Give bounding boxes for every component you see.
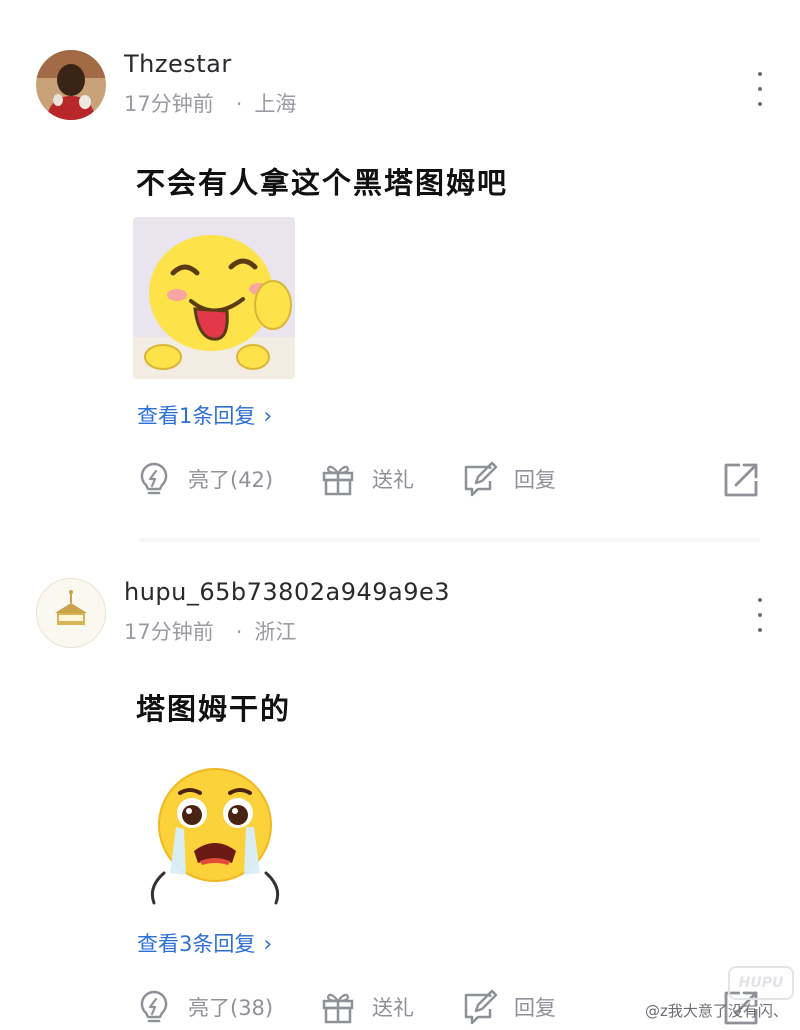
laughing-tongue-sticker[interactable] [133,217,295,379]
gift-button[interactable]: 送礼 [318,984,414,1030]
lightbulb-icon [140,462,168,495]
light-button[interactable]: 亮了(42) [134,456,273,502]
edit-icon [464,461,498,497]
reply-button[interactable]: 回复 [460,456,556,502]
hupu-watermark-logo: HUPU [728,966,794,1000]
username[interactable]: Thzestar [124,50,232,78]
view-replies-link[interactable]: 查看1条回复 › [137,400,272,430]
gift-button[interactable]: 送礼 [318,456,414,502]
gift-icon [322,465,354,496]
watermark-text: @z我大意了没有闪、 [645,1002,788,1020]
avatar[interactable] [36,578,106,648]
meta-separator: · [235,620,243,644]
timestamp: 17分钟前 [124,92,214,116]
action-bar: 亮了(42) 送礼 回复 [0,456,800,502]
location: 上海 [254,92,297,116]
reply-label: 回复 [514,996,556,1020]
location: 浙江 [254,620,297,644]
post-meta: 17分钟前 · 上海 [124,88,296,118]
chevron-right-icon: › [263,404,273,429]
share-button[interactable] [720,456,760,502]
more-options-icon[interactable] [752,598,768,632]
gift-icon [322,993,354,1024]
gift-label: 送礼 [372,468,414,492]
username[interactable]: hupu_65b73802a949a9e3 [124,578,450,606]
post-meta: 17分钟前 · 浙江 [124,616,296,646]
comment-card: hupu_65b73802a949a9e3 17分钟前 · 浙江 塔图姆干的 查看3… [0,548,800,1027]
chevron-right-icon: › [263,932,273,957]
comment-text: 塔图姆干的 [136,692,292,726]
comment-text: 不会有人拿这个黑塔图姆吧 [136,166,509,200]
timestamp: 17分钟前 [124,620,214,644]
view-replies-label: 查看1条回复 [137,404,256,428]
more-options-icon[interactable] [752,72,768,106]
share-icon [724,463,758,497]
lightbulb-icon [140,990,168,1023]
crying-face-sticker[interactable] [140,763,290,913]
view-replies-link[interactable]: 查看3条回复 › [137,928,272,958]
gift-label: 送礼 [372,996,414,1020]
reply-button[interactable]: 回复 [460,984,556,1030]
view-replies-label: 查看3条回复 [137,932,256,956]
divider [140,538,760,542]
reply-label: 回复 [514,468,556,492]
light-count: 亮了(42) [188,468,274,492]
light-button[interactable]: 亮了(38) [134,984,273,1030]
comment-card: Thzestar 17分钟前 · 上海 不会有人拿这个黑塔图姆吧 查看1条回复 › [0,0,800,542]
edit-icon [464,989,498,1025]
meta-separator: · [235,92,243,116]
light-count: 亮了(38) [188,996,274,1020]
avatar[interactable] [36,50,106,120]
